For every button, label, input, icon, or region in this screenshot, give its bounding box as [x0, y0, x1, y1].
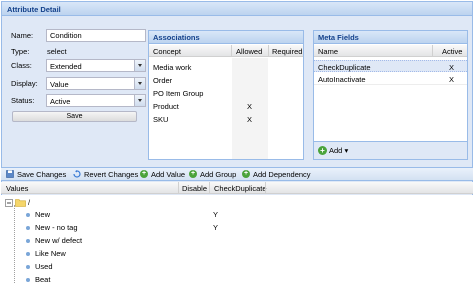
tree-item-label: New w/ defect [35, 236, 83, 245]
add-icon: + [189, 170, 197, 178]
status-select[interactable]: Active [46, 94, 146, 107]
tree-item-row[interactable]: New w/ defect [1, 235, 473, 247]
tree-item-row[interactable]: Like New [1, 248, 473, 260]
name-label: Name: [11, 31, 34, 40]
save-button[interactable]: Save [12, 111, 137, 122]
meta-field-active[interactable]: X [449, 63, 454, 72]
leaf-icon [26, 265, 30, 269]
add-dependency-label: Add Dependency [253, 170, 311, 179]
tree-item-row[interactable]: Used [1, 261, 473, 273]
tree-root-label: / [28, 198, 31, 207]
window-title: Attribute Detail [7, 5, 61, 14]
leaf-icon [26, 252, 30, 256]
folder-icon [15, 199, 26, 207]
save-changes-label: Save Changes [17, 170, 67, 179]
meta-field-row[interactable]: CheckDuplicate X [314, 60, 467, 72]
display-label: Display: [11, 79, 38, 88]
tree-item-check-duplicate[interactable]: Y [213, 223, 218, 232]
tree-item-label: Used [35, 262, 53, 271]
class-select-value: Extended [50, 62, 82, 71]
meta-fields-footer: + Add ▾ [314, 141, 467, 159]
window-title-bar: Attribute Detail [2, 2, 472, 16]
name-input[interactable]: Condition [46, 29, 146, 42]
check-duplicate-column-header[interactable]: CheckDuplicate [214, 184, 267, 193]
meta-fields-column-header: Name Active [314, 45, 467, 57]
display-select-value: Value [50, 80, 69, 89]
meta-field-active[interactable]: X [449, 75, 454, 84]
meta-field-name: AutoInactivate [318, 75, 366, 84]
association-row[interactable]: PO Item Group [149, 87, 303, 100]
tree-item-label: New - no tag [35, 223, 78, 232]
meta-field-row[interactable]: AutoInactivate X [314, 73, 467, 85]
tree-item-label: New [35, 210, 51, 219]
concept-cell: Media work [153, 63, 192, 72]
class-label: Class: [11, 61, 32, 70]
class-select[interactable]: Extended [46, 59, 146, 72]
chevron-down-icon[interactable] [134, 78, 145, 89]
concept-cell: Product [153, 102, 179, 111]
association-row[interactable]: SKU X [149, 113, 303, 126]
tree-root-row[interactable]: / [1, 197, 473, 209]
chevron-down-icon[interactable] [134, 95, 145, 106]
leaf-icon [26, 213, 30, 217]
status-select-value: Active [50, 97, 71, 106]
tree-item-row[interactable]: New - no tag Y [1, 222, 473, 234]
meta-fields-title: Meta Fields [318, 33, 359, 42]
type-label: Type: [11, 47, 30, 56]
associations-header: Associations [149, 31, 303, 44]
add-value-label: Add Value [151, 170, 186, 179]
add-icon: + [242, 170, 250, 178]
concept-column-header[interactable]: Concept [153, 47, 181, 56]
add-icon: + [318, 146, 327, 155]
leaf-icon [26, 278, 30, 282]
add-label: Add [329, 146, 343, 155]
collapse-icon[interactable] [5, 199, 13, 207]
association-row[interactable]: Product X [149, 100, 303, 113]
concept-cell: PO Item Group [153, 89, 204, 98]
save-icon [6, 170, 14, 178]
allowed-cell[interactable]: X [247, 102, 252, 111]
leaf-icon [26, 239, 30, 243]
tree-item-check-duplicate[interactable]: Y [213, 210, 218, 219]
tree-item-row[interactable]: New Y [1, 209, 473, 221]
tree-item-row[interactable]: Beat [1, 274, 473, 286]
name-column-header[interactable]: Name [318, 47, 338, 56]
add-icon: + [140, 170, 148, 178]
chevron-down-icon[interactable] [134, 60, 145, 71]
values-column-header[interactable]: Values [6, 184, 28, 193]
revert-changes-label: Revert Changes [84, 170, 139, 179]
tree-item-label: Like New [35, 249, 66, 258]
meta-field-name: CheckDuplicate [318, 63, 371, 72]
values-toolbar: Save Changes Revert Changes + Add Value … [1, 167, 473, 181]
meta-fields-header: Meta Fields [314, 31, 467, 44]
revert-icon [73, 170, 81, 178]
association-row[interactable]: Order [149, 74, 303, 87]
allowed-cell[interactable]: X [247, 115, 252, 124]
concept-cell: Order [153, 76, 173, 85]
associations-title: Associations [153, 33, 200, 42]
associations-panel: Associations Concept Allowed Required Me… [148, 30, 304, 160]
tree-item-label: Beat [35, 275, 51, 284]
values-tree: / New Y New - no tag Y New w/ defect Lik… [1, 195, 473, 288]
status-label: Status: [11, 96, 35, 105]
allowed-column-header[interactable]: Allowed [236, 47, 262, 56]
disable-column-header[interactable]: Disable [182, 184, 207, 193]
associations-column-header: Concept Allowed Required [149, 45, 303, 57]
meta-fields-panel: Meta Fields Name Active CheckDuplicate X… [313, 30, 468, 160]
add-group-label: Add Group [200, 170, 237, 179]
leaf-icon [26, 226, 30, 230]
concept-cell: SKU [153, 115, 169, 124]
required-column-header[interactable]: Required [272, 47, 302, 56]
display-select[interactable]: Value [46, 77, 146, 90]
active-column-header[interactable]: Active [442, 47, 462, 56]
association-row[interactable]: Media work [149, 61, 303, 74]
type-value: select [47, 47, 67, 56]
values-tree-header: Values Disable CheckDuplicate [1, 182, 473, 194]
